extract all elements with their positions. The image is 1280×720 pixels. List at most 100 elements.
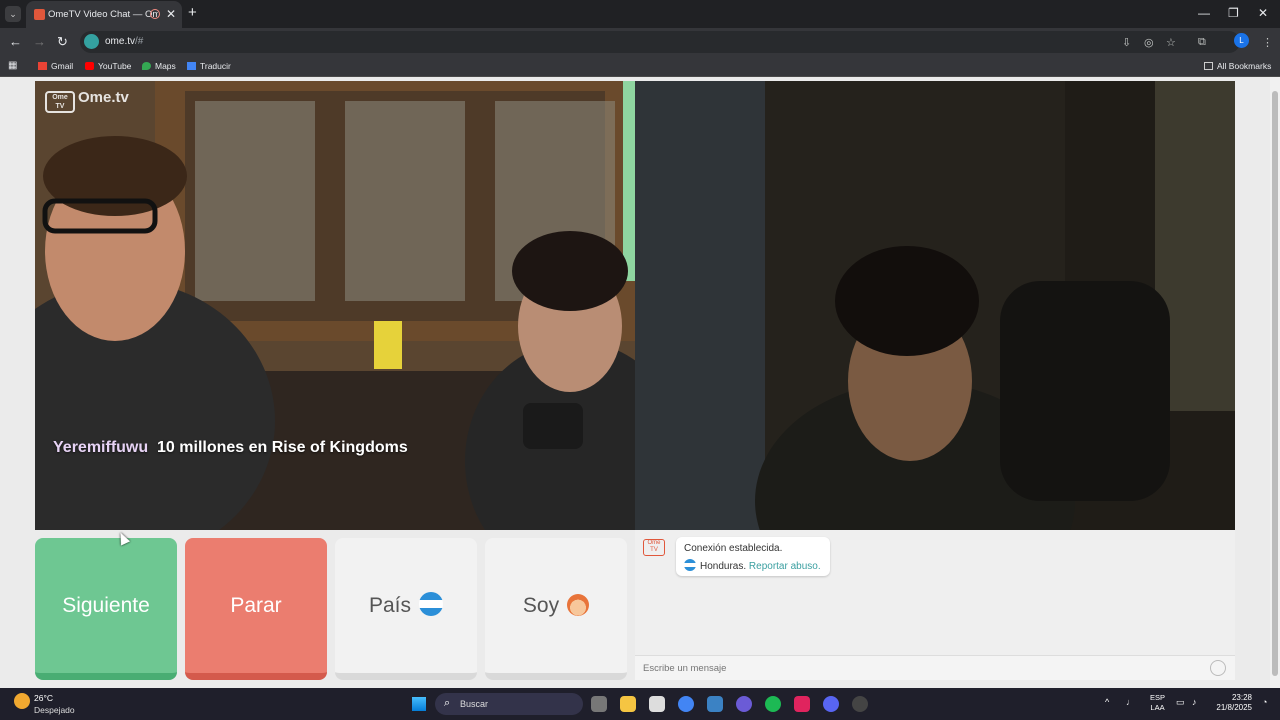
country-button[interactable]: País: [335, 538, 477, 680]
taskbar-search[interactable]: ⌕ Buscar: [435, 693, 583, 715]
gmail-icon: [38, 62, 47, 70]
country-line: Honduras. Reportar abuso.: [684, 559, 822, 572]
gender-button[interactable]: Soy: [485, 538, 627, 680]
report-abuse-link[interactable]: Reportar abuso.: [749, 561, 821, 572]
country-button-label: País: [368, 594, 412, 617]
bookmark-label: Traducir: [200, 61, 231, 71]
install-app-icon[interactable]: ⇩: [1122, 36, 1131, 49]
file-explorer-icon[interactable]: [620, 696, 636, 712]
close-tab-icon[interactable]: ✕: [166, 7, 176, 21]
stop-button[interactable]: Parar: [185, 538, 327, 680]
store-icon[interactable]: [649, 696, 665, 712]
local-video: Ome TVOme.tv Yeremiffuwu 10 millones en …: [35, 81, 635, 530]
logo-text: Ome.tv: [78, 89, 129, 106]
reload-icon[interactable]: ↻: [57, 34, 68, 50]
url-host: ome.tv: [105, 36, 136, 47]
browser-tab[interactable]: OmeTV Video Chat — Omegle ✕: [26, 1, 182, 28]
extensions-puzzle-icon[interactable]: ⧉: [1198, 36, 1206, 49]
eye-off-icon[interactable]: ◎: [1144, 36, 1154, 49]
apps-grid-icon[interactable]: ▦: [8, 60, 17, 71]
bookmark-label: Maps: [155, 61, 176, 71]
overlay-message: 10 millones en Rise of Kingdoms: [157, 439, 408, 456]
page-scrollbar[interactable]: [1270, 77, 1280, 688]
logo-tv-icon: Ome TV: [45, 91, 75, 113]
folder-icon: [1204, 62, 1213, 70]
tab-search-chevron-icon[interactable]: ⌄: [5, 6, 21, 22]
url-path: /#: [135, 36, 144, 47]
next-button-label: Siguiente: [62, 594, 150, 617]
emoji-smile-icon[interactable]: [1210, 660, 1226, 676]
clock-time: 23:28: [1231, 693, 1252, 702]
back-arrow-icon[interactable]: ←: [9, 34, 22, 49]
tab-title: OmeTV Video Chat — Omegle: [48, 9, 158, 20]
remote-video-frame: [635, 81, 1235, 530]
scrollbar-thumb[interactable]: [1272, 91, 1278, 676]
page-content: Ome TVOme.tv Yeremiffuwu 10 millones en …: [0, 77, 1270, 688]
translate-icon: [187, 62, 196, 70]
profile-avatar[interactable]: L: [1234, 33, 1249, 48]
bookmark-star-icon[interactable]: ☆: [1166, 36, 1176, 49]
weather-description: Despejado: [34, 705, 75, 715]
next-button[interactable]: Siguiente: [35, 538, 177, 680]
restore-icon[interactable]: ❐: [1228, 6, 1239, 20]
chrome-icon[interactable]: [678, 696, 694, 712]
bookmark-label: YouTube: [98, 61, 132, 71]
lang-code: ESP: [1150, 693, 1166, 702]
discord-icon[interactable]: [823, 696, 839, 712]
honduras-flag-icon: [419, 592, 444, 616]
bookmark-youtube[interactable]: YouTube: [85, 61, 131, 71]
remote-video: [635, 81, 1235, 530]
windows-taskbar: 26°C Despejado ⌕ Buscar ^ ♩ ESP LAA ▭ ♪ 2…: [0, 688, 1280, 720]
bookmark-traducir[interactable]: Traducir: [187, 61, 231, 71]
url-text: ome.tv/#: [105, 36, 143, 47]
stop-button-label: Parar: [230, 594, 282, 617]
address-bar[interactable]: ome.tv/# ⇩ ◎ ☆: [80, 31, 1240, 53]
microphone-icon[interactable]: ♩: [1126, 697, 1135, 707]
browser-toolbar: ← → ↻ ome.tv/# ⇩ ◎ ☆ ⧉ L ⋮: [0, 28, 1280, 56]
taskbar-search-label: Buscar: [460, 699, 489, 709]
volume-icon[interactable]: ♪: [1192, 697, 1197, 707]
ometv-favicon-icon: [34, 9, 45, 20]
forward-arrow-icon[interactable]: →: [33, 34, 46, 49]
browser-tab-bar: ⌄ OmeTV Video Chat — Omegle ✕ + — ❐ ✕: [0, 0, 1280, 28]
search-icon: ⌕: [444, 697, 451, 709]
boy-emoji-icon: [567, 594, 590, 616]
windows-start-icon[interactable]: [411, 696, 427, 712]
spotify-icon[interactable]: [765, 696, 781, 712]
all-bookmarks[interactable]: All Bookmarks: [1204, 61, 1271, 71]
all-bookmarks-label: All Bookmarks: [1217, 61, 1272, 71]
maps-pin-icon: [142, 62, 151, 70]
close-window-icon[interactable]: ✕: [1258, 6, 1268, 20]
system-clock[interactable]: 23:28 21/8/2025: [1212, 693, 1252, 713]
language-indicator[interactable]: ESP LAA: [1150, 693, 1165, 713]
ometv-logo: Ome TVOme.tv: [45, 89, 129, 113]
connection-status: Conexión establecida.: [684, 543, 783, 554]
network-icon[interactable]: ▭: [1176, 697, 1185, 708]
notifications-icon[interactable]: ◔: [1262, 697, 1267, 707]
tray-chevron-up-icon[interactable]: ^: [1105, 697, 1109, 707]
obs-icon[interactable]: [852, 696, 868, 712]
overlay-username: Yeremiffuwu: [53, 439, 149, 456]
minimize-icon[interactable]: —: [1198, 6, 1210, 20]
bookmarks-bar: ▦ Gmail YouTube Maps Traducir All Bookma…: [0, 56, 1280, 77]
weather-sun-icon[interactable]: [14, 693, 30, 709]
partner-country: Honduras.: [700, 561, 747, 572]
honduras-flag-icon: [684, 559, 696, 571]
copilot-icon[interactable]: [736, 696, 752, 712]
tiktok-icon[interactable]: [794, 696, 810, 712]
weather-temperature: 26°C: [34, 693, 53, 703]
photos-icon[interactable]: [707, 696, 723, 712]
message-input[interactable]: [635, 656, 1205, 680]
local-video-frame: [35, 81, 635, 530]
chat-input-bar: [635, 655, 1235, 680]
bookmark-gmail[interactable]: Gmail: [38, 61, 73, 71]
site-info-icon[interactable]: [84, 34, 99, 49]
bookmark-maps[interactable]: Maps: [142, 61, 176, 71]
kebab-menu-icon[interactable]: ⋮: [1262, 36, 1273, 49]
clock-date: 21/8/2025: [1216, 703, 1252, 712]
gender-button-label: Soy: [522, 594, 560, 617]
task-view-icon[interactable]: [591, 696, 607, 712]
ometv-chat-logo-icon: Ome TV: [643, 539, 665, 556]
recording-indicator-icon: [150, 9, 160, 19]
new-tab-plus-icon[interactable]: +: [188, 4, 197, 21]
